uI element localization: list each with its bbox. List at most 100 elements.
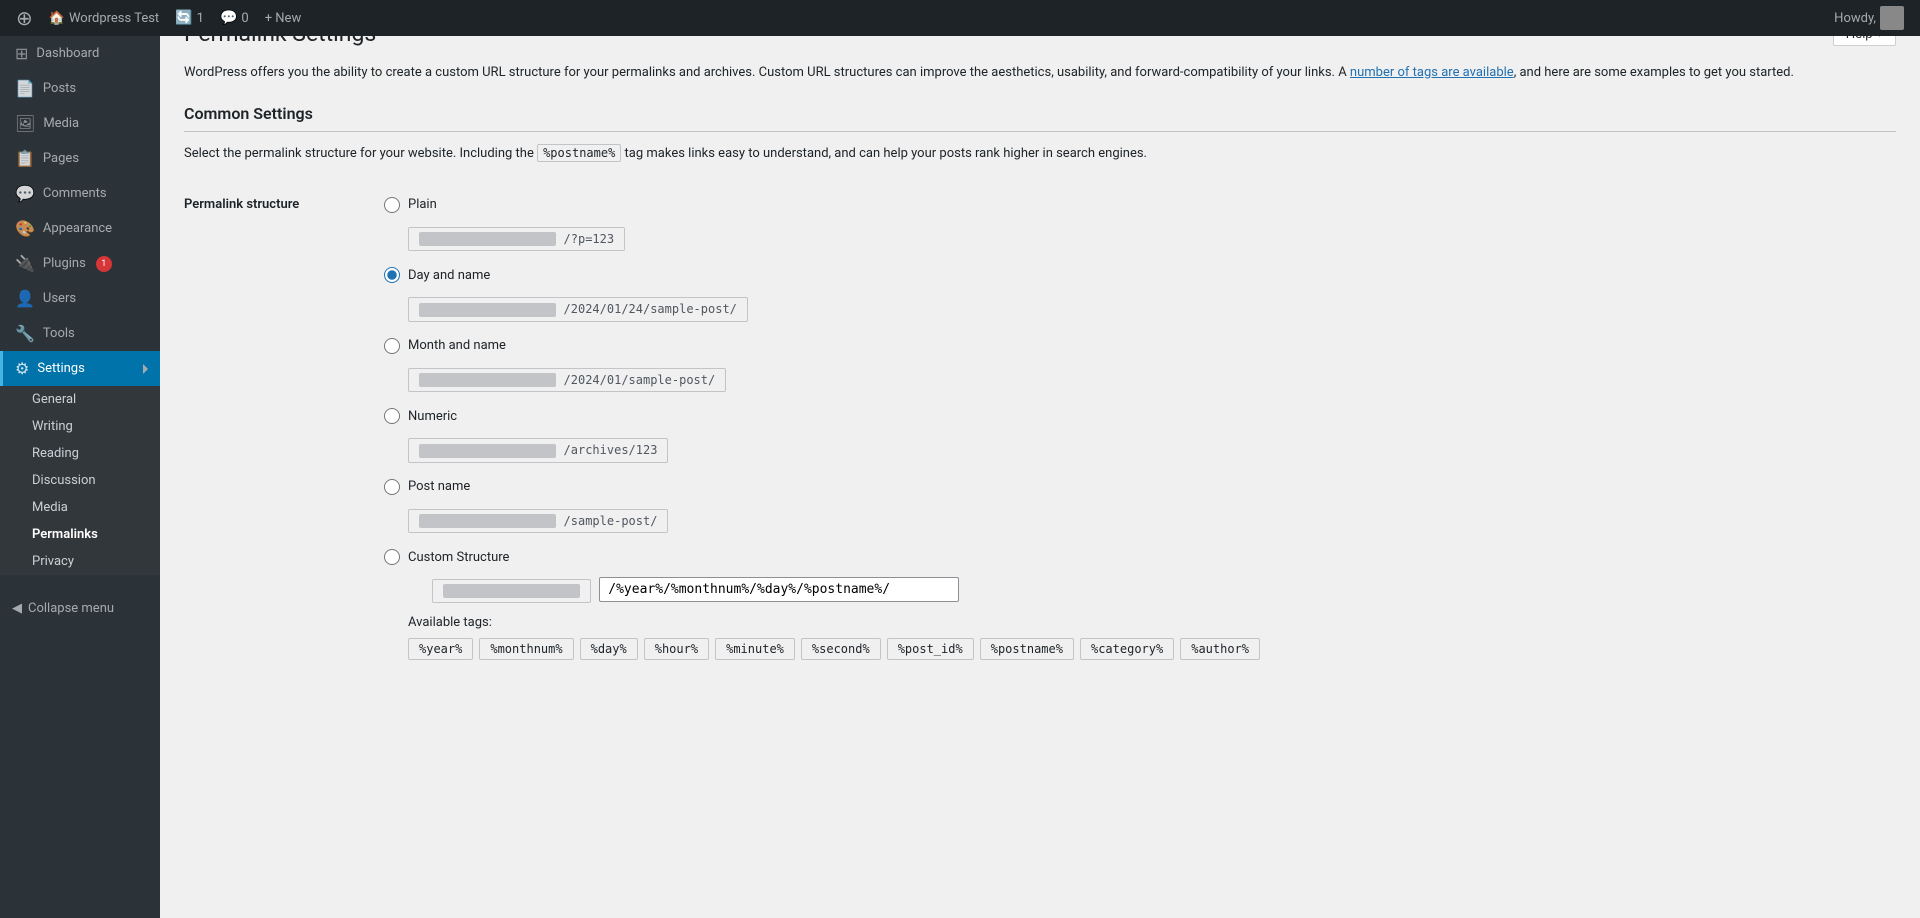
sidebar-item-plugins[interactable]: 🔌 Plugins 1	[0, 246, 160, 281]
new-item[interactable]: + New	[257, 0, 310, 36]
tag-post-id[interactable]: %post_id%	[887, 638, 974, 660]
intro-text-after: , and here are some examples to get you …	[1514, 65, 1794, 80]
sidebar-item-label: Plugins	[43, 256, 86, 271]
tags-link[interactable]: number of tags are available	[1350, 65, 1514, 80]
postname-tag: %postname%	[537, 144, 621, 162]
site-name-item[interactable]: 🏠 Wordpress Test	[41, 0, 167, 36]
sidebar-item-posts[interactable]: 📄 Posts	[0, 71, 160, 106]
section-description: Select the permalink structure for your …	[184, 144, 1896, 165]
sidebar-item-settings[interactable]: ⚙ Settings	[0, 351, 160, 386]
tag-category[interactable]: %category%	[1080, 638, 1174, 660]
sidebar-item-label: Dashboard	[36, 46, 99, 61]
sidebar-item-comments[interactable]: 💬 Comments	[0, 176, 160, 211]
tag-second[interactable]: %second%	[801, 638, 881, 660]
comments-count: 0	[241, 11, 248, 26]
updates-item[interactable]: 🔄 1	[167, 0, 212, 36]
sidebar-item-pages[interactable]: 📋 Pages	[0, 141, 160, 176]
sidebar-item-users[interactable]: 👤 Users	[0, 281, 160, 316]
avatar	[1880, 6, 1904, 30]
sidebar-item-label: Media	[43, 116, 79, 131]
tag-monthnum[interactable]: %monthnum%	[479, 638, 573, 660]
howdy-item[interactable]: Howdy,	[1826, 0, 1912, 36]
new-label: + New	[265, 11, 302, 26]
common-settings-title: Common Settings	[184, 104, 1896, 132]
posts-icon: 📄	[15, 79, 35, 98]
site-name: Wordpress Test	[69, 11, 159, 26]
url-suffix-day-name: /2024/01/24/sample-post/	[564, 302, 737, 316]
permalink-structure-label: Permalink structure	[184, 185, 384, 673]
label-month-name[interactable]: Month and name	[408, 338, 506, 353]
tag-author[interactable]: %author%	[1180, 638, 1260, 660]
option-month-name: Month and name	[384, 338, 1896, 354]
tag-day[interactable]: %day%	[580, 638, 638, 660]
intro-text-before: WordPress offers you the ability to crea…	[184, 65, 1350, 80]
submenu-item-media[interactable]: Media	[0, 494, 160, 521]
option-plain: Plain	[384, 197, 1896, 213]
radio-numeric[interactable]	[384, 408, 400, 424]
permalink-structure-options: Plain https:// /?p=123 Day and name	[384, 185, 1896, 673]
url-suffix-month-name: /2024/01/sample-post/	[564, 373, 716, 387]
option-numeric: Numeric	[384, 408, 1896, 424]
sidebar-item-label: Posts	[43, 81, 76, 96]
tag-year[interactable]: %year%	[408, 638, 473, 660]
radio-custom[interactable]	[384, 549, 400, 565]
plugins-icon: 🔌	[15, 254, 35, 273]
collapse-menu-button[interactable]: ◀ Collapse menu	[0, 591, 160, 626]
submenu-item-permalinks[interactable]: Permalinks	[0, 521, 160, 548]
sidebar-item-dashboard[interactable]: ⊞ Dashboard	[0, 36, 160, 71]
radio-month-name[interactable]	[384, 338, 400, 354]
tag-postname[interactable]: %postname%	[980, 638, 1074, 660]
tags-row: %year% %monthnum% %day% %hour% %minute% …	[408, 638, 1896, 660]
plugins-badge: 1	[96, 256, 112, 272]
submenu-item-writing[interactable]: Writing	[0, 413, 160, 440]
sidebar-item-media[interactable]: 🖼 Media	[0, 106, 160, 141]
submenu-item-discussion[interactable]: Discussion	[0, 467, 160, 494]
radio-post-name[interactable]	[384, 479, 400, 495]
url-blur: https://	[419, 514, 556, 528]
custom-url-input[interactable]	[599, 577, 959, 602]
sidebar-item-label: Tools	[43, 326, 75, 341]
url-prefix-custom: https://	[432, 579, 591, 603]
settings-icon: ⚙	[15, 359, 29, 378]
howdy-text: Howdy,	[1834, 11, 1876, 26]
url-suffix-plain: /?p=123	[564, 232, 615, 246]
sidebar-item-label: Settings	[37, 361, 84, 376]
tag-hour[interactable]: %hour%	[644, 638, 709, 660]
chevron-right-icon	[143, 364, 148, 374]
url-blur: https://	[419, 444, 556, 458]
pages-icon: 📋	[15, 149, 35, 168]
sidebar-item-label: Pages	[43, 151, 79, 166]
radio-plain[interactable]	[384, 197, 400, 213]
radio-day-name[interactable]	[384, 267, 400, 283]
url-blur: https://	[419, 232, 556, 246]
wp-logo[interactable]: ⊕	[8, 0, 41, 36]
tools-icon: 🔧	[15, 324, 35, 343]
comments-item[interactable]: 💬 0	[212, 0, 257, 36]
collapse-label: Collapse menu	[28, 601, 114, 616]
sidebar: ⊞ Dashboard 📄 Posts 🖼 Media 📋 Pages 💬 Co…	[0, 36, 160, 918]
option-custom: Custom Structure	[384, 549, 1896, 565]
updates-count: 1	[197, 11, 204, 26]
updates-icon: 🔄	[175, 10, 192, 26]
main-content: Help ▾ Permalink Settings WordPress offe…	[160, 0, 1920, 882]
option-post-name: Post name	[384, 479, 1896, 495]
sidebar-item-label: Users	[43, 291, 76, 306]
label-day-name[interactable]: Day and name	[408, 268, 490, 283]
label-plain[interactable]: Plain	[408, 197, 437, 212]
tag-minute[interactable]: %minute%	[715, 638, 795, 660]
submenu-item-privacy[interactable]: Privacy	[0, 548, 160, 575]
label-custom[interactable]: Custom Structure	[408, 550, 509, 565]
label-numeric[interactable]: Numeric	[408, 409, 457, 424]
sidebar-item-appearance[interactable]: 🎨 Appearance	[0, 211, 160, 246]
submenu-item-general[interactable]: General	[0, 386, 160, 413]
url-preview-day-name: https:// /2024/01/24/sample-post/	[384, 293, 1896, 322]
submenu-item-reading[interactable]: Reading	[0, 440, 160, 467]
url-blur: https://	[419, 373, 556, 387]
intro-paragraph: WordPress offers you the ability to crea…	[184, 63, 1896, 84]
section-desc-suffix: tag makes links easy to understand, and …	[621, 146, 1147, 161]
custom-structure-url-row: https://	[408, 575, 1896, 603]
comments-icon: 💬	[15, 184, 35, 203]
settings-submenu: General Writing Reading Discussion Media…	[0, 386, 160, 575]
sidebar-item-tools[interactable]: 🔧 Tools	[0, 316, 160, 351]
label-post-name[interactable]: Post name	[408, 479, 470, 494]
